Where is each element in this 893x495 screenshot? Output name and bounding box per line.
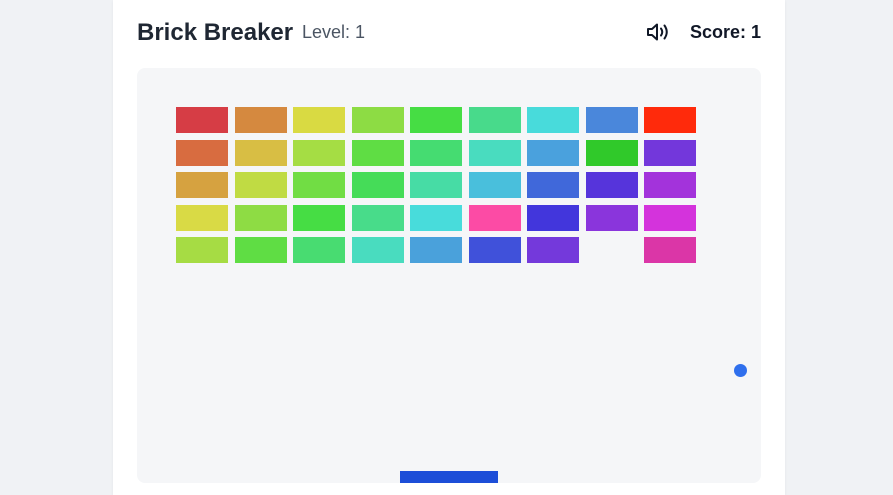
brick: [235, 172, 287, 198]
brick: [352, 140, 404, 166]
brick: [644, 140, 696, 166]
brick: [410, 205, 462, 231]
brick: [410, 237, 462, 263]
brick: [586, 107, 638, 133]
brick: [293, 237, 345, 263]
brick: [235, 237, 287, 263]
brick: [293, 107, 345, 133]
game-header: Brick Breaker Level: 1 Score: 1: [137, 0, 761, 66]
brick: [644, 237, 696, 263]
brick: [644, 172, 696, 198]
brick: [176, 140, 228, 166]
brick: [352, 205, 404, 231]
brick: [586, 205, 638, 231]
brick: [410, 172, 462, 198]
brick: [469, 172, 521, 198]
brick: [586, 172, 638, 198]
brick: [293, 205, 345, 231]
sound-toggle-button[interactable]: [646, 21, 672, 43]
game-board[interactable]: [137, 68, 761, 483]
game-card: Brick Breaker Level: 1 Score: 1: [113, 0, 785, 495]
brick: [410, 107, 462, 133]
brick: [293, 172, 345, 198]
brick: [176, 172, 228, 198]
brick: [527, 205, 579, 231]
brick: [235, 140, 287, 166]
brick: [469, 107, 521, 133]
brick: [644, 107, 696, 133]
brick: [586, 140, 638, 166]
brick: [527, 172, 579, 198]
brick: [352, 172, 404, 198]
brick: [469, 140, 521, 166]
brick: [235, 205, 287, 231]
brick: [644, 205, 696, 231]
brick: [469, 205, 521, 231]
brick: [469, 237, 521, 263]
speaker-volume-icon: [647, 23, 668, 41]
brick: [293, 140, 345, 166]
brick: [176, 205, 228, 231]
game-title: Brick Breaker: [137, 19, 294, 46]
score-display: Score: 1: [689, 22, 761, 42]
brick: [352, 107, 404, 133]
brick: [176, 107, 228, 133]
ball: [734, 364, 747, 377]
brick: [410, 140, 462, 166]
level-indicator: Level: 1: [302, 22, 366, 42]
brick: [527, 140, 579, 166]
brick: [527, 107, 579, 133]
brick: [176, 237, 228, 263]
brick: [527, 237, 579, 263]
paddle[interactable]: [400, 471, 498, 483]
brick: [352, 237, 404, 263]
brick: [235, 107, 287, 133]
